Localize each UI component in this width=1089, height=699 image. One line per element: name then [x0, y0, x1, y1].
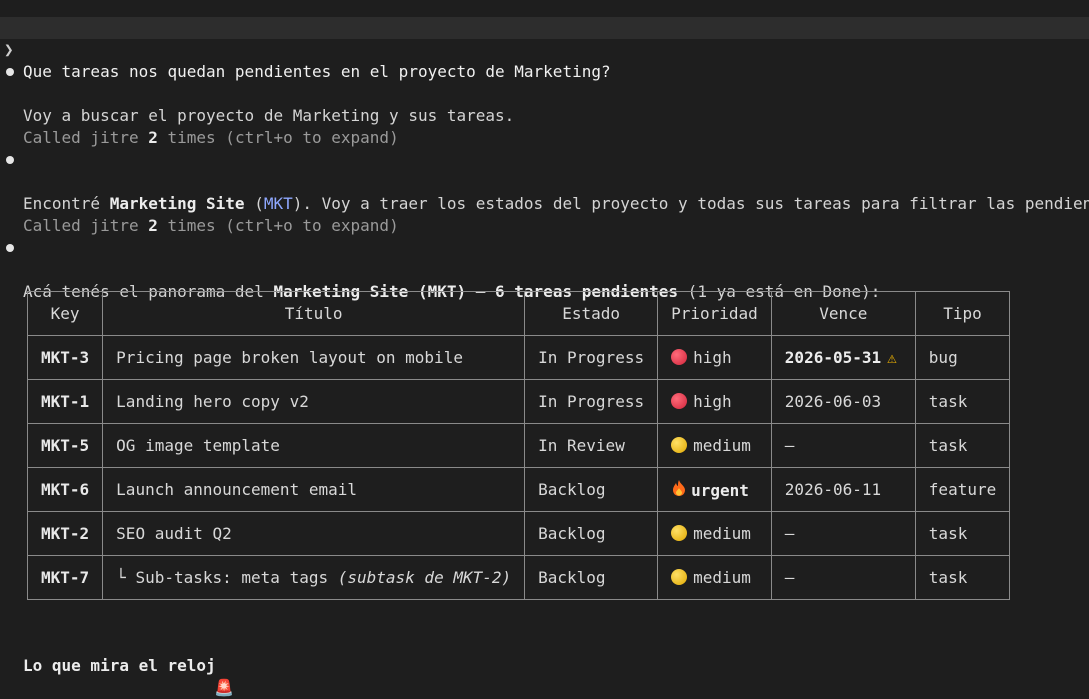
task-type: task: [914, 511, 1011, 556]
call-count: 2: [148, 216, 158, 235]
col-header-key: Key: [26, 291, 104, 336]
task-type: task: [914, 379, 1011, 424]
prompt-bar: [0, 17, 1089, 39]
tasks-table: Key Título Estado Prioridad Vence Tipo M…: [26, 291, 1011, 600]
col-header-due: Vence: [770, 291, 916, 336]
call-prefix: Called jitre: [23, 128, 149, 147]
task-due: —: [770, 511, 916, 556]
task-title: Landing hero copy v2: [102, 379, 526, 424]
call-prefix: Called jitre: [23, 216, 149, 235]
task-priority: high: [657, 335, 772, 380]
bullet-icon: [6, 156, 14, 164]
table-row: MKT-7 └ Sub-tasks: meta tags (subtask de…: [26, 555, 1011, 600]
user-prompt: ❯ Que tareas nos quedan pendientes en el…: [0, 17, 611, 81]
table-row: MKT-2 SEO audit Q2 Backlog medium — task: [26, 511, 1011, 556]
task-title: Launch announcement email: [102, 467, 526, 512]
red-circle-icon: [671, 393, 688, 409]
subtask-title: └ Sub-tasks: meta tags: [116, 568, 338, 587]
table-header-row: Key Título Estado Prioridad Vence Tipo: [26, 291, 1011, 336]
task-due: 2026-05-31 ⚠: [770, 335, 916, 380]
yellow-circle-icon: [671, 569, 688, 585]
yellow-circle-icon: [671, 525, 688, 541]
task-priority: medium: [657, 555, 772, 600]
fire-icon: [671, 479, 687, 500]
priority-label: medium: [693, 568, 751, 587]
col-header-status: Estado: [524, 291, 659, 336]
task-status: In Progress: [524, 335, 659, 380]
red-circle-icon: [671, 349, 688, 365]
task-title: └ Sub-tasks: meta tags (subtask de MKT-2…: [102, 555, 526, 600]
priority-label: high: [693, 392, 732, 411]
due-date: 2026-05-31: [784, 348, 882, 367]
project-name: Marketing Site: [109, 194, 245, 213]
col-header-type: Tipo: [914, 291, 1011, 336]
task-title: OG image template: [102, 423, 526, 468]
task-type: bug: [914, 335, 1011, 380]
priority-label: urgent: [691, 480, 749, 500]
bullet-icon: [6, 68, 14, 76]
chevron-right-icon: ❯: [4, 40, 14, 59]
task-due: —: [770, 423, 916, 468]
tool-call-summary[interactable]: Called jitre 2 times (ctrl+o to expand): [0, 105, 399, 147]
table-row: MKT-6 Launch announcement email Backlog …: [26, 467, 1011, 512]
task-key: MKT-3: [26, 335, 104, 380]
task-due: —: [770, 555, 916, 600]
subtask-parent-note: (subtask de MKT-2): [337, 568, 512, 587]
task-status: Backlog: [524, 511, 659, 556]
task-key: MKT-7: [26, 555, 104, 600]
task-status: Backlog: [524, 555, 659, 600]
section-heading: Lo que mira el reloj 🚨: [0, 633, 234, 697]
priority-label: medium: [693, 524, 751, 543]
priority-label: medium: [693, 436, 751, 455]
assistant-message: Encontré Marketing Site (MKT). Voy a tra…: [0, 149, 1089, 213]
task-type: task: [914, 423, 1011, 468]
warning-icon: ⚠: [887, 348, 897, 367]
message-text: ). Voy a traer los estados del proyecto …: [292, 194, 1089, 213]
call-suffix: times (ctrl+o to expand): [157, 128, 399, 147]
prompt-text: Que tareas nos quedan pendientes en el p…: [23, 62, 611, 81]
task-due: 2026-06-03: [770, 379, 916, 424]
task-type: feature: [914, 467, 1011, 512]
table-row: MKT-3 Pricing page broken layout on mobi…: [26, 335, 1011, 380]
message-text: (: [244, 194, 264, 213]
task-priority: high: [657, 379, 772, 424]
task-key: MKT-5: [26, 423, 104, 468]
table-row: MKT-5 OG image template In Review medium…: [26, 423, 1011, 468]
task-type: task: [914, 555, 1011, 600]
task-key: MKT-6: [26, 467, 104, 512]
col-header-title: Título: [102, 291, 526, 336]
siren-icon: 🚨: [214, 678, 234, 697]
message-text: Voy a buscar el proyecto de Marketing y …: [23, 106, 515, 125]
task-due: 2026-06-11: [770, 467, 916, 512]
tool-call-summary[interactable]: Called jitre 2 times (ctrl+o to expand): [0, 193, 399, 235]
task-title: SEO audit Q2: [102, 511, 526, 556]
col-header-priority: Prioridad: [657, 291, 772, 336]
task-title: Pricing page broken layout on mobile: [102, 335, 526, 380]
task-status: Backlog: [524, 467, 659, 512]
bullet-icon: [6, 244, 14, 252]
task-key: MKT-2: [26, 511, 104, 556]
call-count: 2: [148, 128, 158, 147]
yellow-circle-icon: [671, 437, 688, 453]
task-status: In Progress: [524, 379, 659, 424]
assistant-message: Voy a buscar el proyecto de Marketing y …: [0, 61, 514, 125]
message-text: Encontré: [23, 194, 110, 213]
project-key-link[interactable]: MKT: [264, 194, 293, 213]
heading-text: Lo que mira el reloj: [23, 656, 216, 675]
task-priority: medium: [657, 511, 772, 556]
task-key: MKT-1: [26, 379, 104, 424]
task-status: In Review: [524, 423, 659, 468]
assistant-message: Acá tenés el panorama del Marketing Site…: [0, 237, 880, 301]
priority-label: high: [693, 348, 732, 367]
call-suffix: times (ctrl+o to expand): [157, 216, 399, 235]
task-priority: urgent: [657, 467, 772, 512]
table-row: MKT-1 Landing hero copy v2 In Progress h…: [26, 379, 1011, 424]
task-priority: medium: [657, 423, 772, 468]
